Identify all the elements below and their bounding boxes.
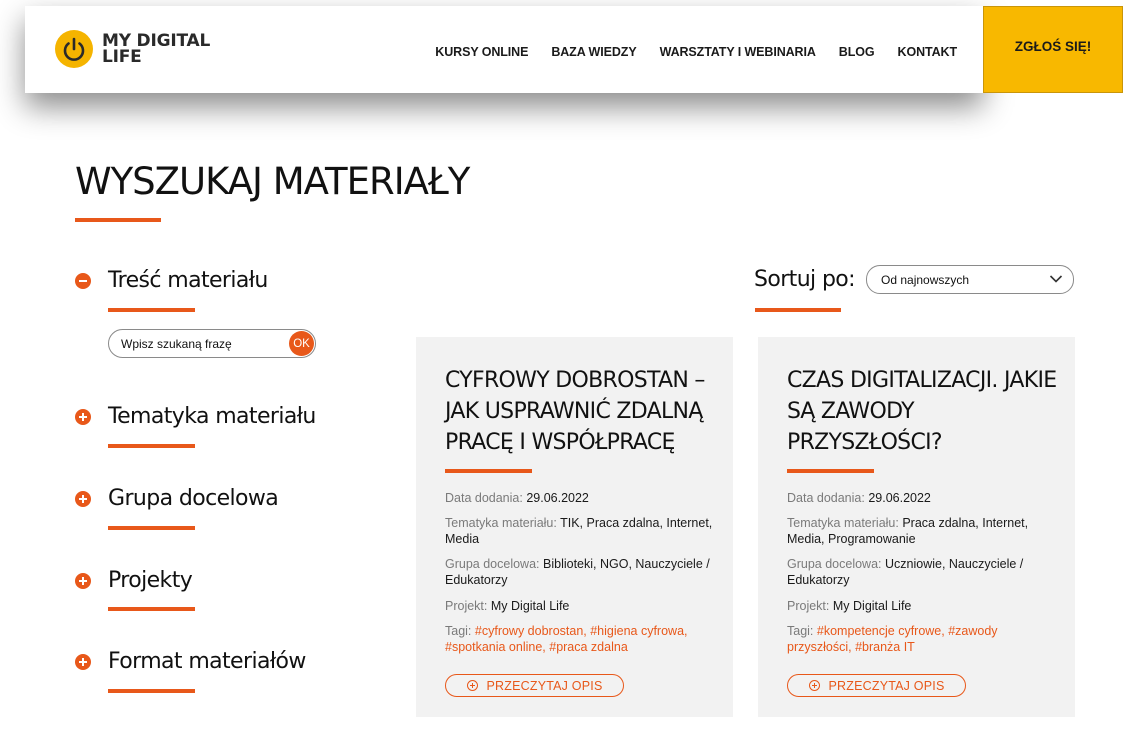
- logo-text: MY DIGITAL LIFE: [102, 33, 210, 67]
- button-label: PRZECZYTAJ OPIS: [828, 678, 945, 693]
- filter-underline: [108, 689, 195, 693]
- search-ok-button[interactable]: OK: [289, 331, 314, 356]
- main-nav: KURSY ONLINE BAZA WIEDZY WARSZTATY I WEB…: [412, 45, 957, 59]
- nav-baza-wiedzy[interactable]: BAZA WIEDZY: [551, 45, 636, 59]
- meta-key: Tematyka materiału:: [787, 516, 899, 530]
- power-icon: [55, 30, 93, 68]
- filter-label: Format materiałów: [108, 649, 306, 674]
- page-title: WYSZUKAJ MATERIAŁY: [75, 160, 470, 203]
- plus-circle-icon: [75, 572, 91, 589]
- card-title[interactable]: CZAS DIGITALIZACJI. JAKIE SĄ ZAWODY PRZY…: [787, 365, 1057, 458]
- nav-kursy-online[interactable]: KURSY ONLINE: [435, 45, 528, 59]
- card-tags: Tagi: #cyfrowy dobrostan, #higiena cyfro…: [445, 623, 715, 655]
- meta-key: Tagi:: [787, 624, 814, 638]
- card-title-underline: [445, 469, 532, 473]
- filter-content-toggle[interactable]: Treść materiału: [75, 268, 268, 293]
- tag-links[interactable]: #cyfrowy dobrostan, #higiena cyfrowa, #s…: [445, 624, 688, 654]
- card-topic: Tematyka materiału: Praca zdalna, Intern…: [787, 515, 1057, 547]
- filter-format-toggle[interactable]: Format materiałów: [75, 649, 306, 674]
- meta-key: Data dodania:: [445, 491, 523, 505]
- chevron-down-icon: [1049, 275, 1063, 283]
- sort-select[interactable]: Od najnowszych: [866, 265, 1074, 294]
- meta-value: 29.06.2022: [868, 491, 931, 505]
- meta-key: Tagi:: [445, 624, 472, 638]
- filter-label: Projekty: [108, 568, 193, 593]
- card-audience: Grupa docelowa: Biblioteki, NGO, Nauczyc…: [445, 556, 715, 588]
- plus-circle-icon: [75, 490, 91, 507]
- meta-key: Projekt:: [787, 599, 830, 613]
- filter-label: Tematyka materiału: [108, 404, 316, 429]
- card-title[interactable]: CYFROWY DOBROSTAN – JAK USPRAWNIĆ ZDALNĄ…: [445, 365, 715, 458]
- logo-line-2: LIFE: [102, 47, 142, 67]
- tag-links[interactable]: #kompetencje cyfrowe, #zawody przyszłośc…: [787, 624, 998, 654]
- material-card: CYFROWY DOBROSTAN – JAK USPRAWNIĆ ZDALNĄ…: [416, 337, 733, 717]
- card-date: Data dodania: 29.06.2022: [445, 490, 715, 506]
- card-date: Data dodania: 29.06.2022: [787, 490, 1057, 506]
- plus-circle-icon: [808, 680, 820, 691]
- sort-underline: [755, 308, 841, 312]
- meta-key: Grupa docelowa:: [445, 557, 540, 571]
- filter-topic-toggle[interactable]: Tematyka materiału: [75, 404, 316, 429]
- nav-blog[interactable]: BLOG: [839, 45, 875, 59]
- plus-circle-icon: [75, 653, 91, 670]
- plus-circle-icon: [75, 408, 91, 425]
- card-project: Projekt: My Digital Life: [445, 598, 715, 614]
- read-description-button[interactable]: PRZECZYTAJ OPIS: [445, 674, 624, 697]
- signup-button[interactable]: ZGŁOŚ SIĘ!: [983, 6, 1123, 93]
- card-tags: Tagi: #kompetencje cyfrowe, #zawody przy…: [787, 623, 1057, 655]
- plus-circle-icon: [466, 680, 478, 691]
- sort-label: Sortuj po:: [754, 267, 856, 292]
- meta-value: My Digital Life: [832, 599, 912, 613]
- site-header: MY DIGITAL LIFE KURSY ONLINE BAZA WIEDZY…: [25, 6, 983, 93]
- nav-warsztaty-webinaria[interactable]: WARSZTATY I WEBINARIA: [660, 45, 816, 59]
- card-title-underline: [787, 469, 874, 473]
- site-logo[interactable]: MY DIGITAL LIFE: [55, 30, 210, 68]
- meta-value: 29.06.2022: [526, 491, 589, 505]
- filter-label: Treść materiału: [108, 268, 268, 293]
- meta-value: My Digital Life: [490, 599, 570, 613]
- filter-underline: [108, 526, 195, 530]
- material-card: CZAS DIGITALIZACJI. JAKIE SĄ ZAWODY PRZY…: [758, 337, 1075, 717]
- filter-underline: [108, 444, 195, 448]
- filter-underline: [108, 308, 195, 312]
- filter-projects-toggle[interactable]: Projekty: [75, 568, 193, 593]
- read-description-button[interactable]: PRZECZYTAJ OPIS: [787, 674, 966, 697]
- title-underline: [75, 218, 161, 222]
- filter-audience-toggle[interactable]: Grupa docelowa: [75, 486, 279, 511]
- filter-underline: [108, 607, 195, 611]
- card-audience: Grupa docelowa: Uczniowie, Nauczyciele /…: [787, 556, 1057, 588]
- search-box: OK: [108, 329, 316, 358]
- card-project: Projekt: My Digital Life: [787, 598, 1057, 614]
- minus-circle-icon: [75, 272, 91, 289]
- nav-kontakt[interactable]: KONTAKT: [898, 45, 958, 59]
- button-label: PRZECZYTAJ OPIS: [486, 678, 603, 693]
- meta-key: Grupa docelowa:: [787, 557, 882, 571]
- sort-selected-value: Od najnowszych: [881, 273, 970, 287]
- meta-key: Data dodania:: [787, 491, 865, 505]
- filter-label: Grupa docelowa: [108, 486, 279, 511]
- card-topic: Tematyka materiału: TIK, Praca zdalna, I…: [445, 515, 715, 547]
- meta-key: Projekt:: [445, 599, 488, 613]
- search-input[interactable]: [121, 335, 281, 353]
- meta-key: Tematyka materiału:: [445, 516, 557, 530]
